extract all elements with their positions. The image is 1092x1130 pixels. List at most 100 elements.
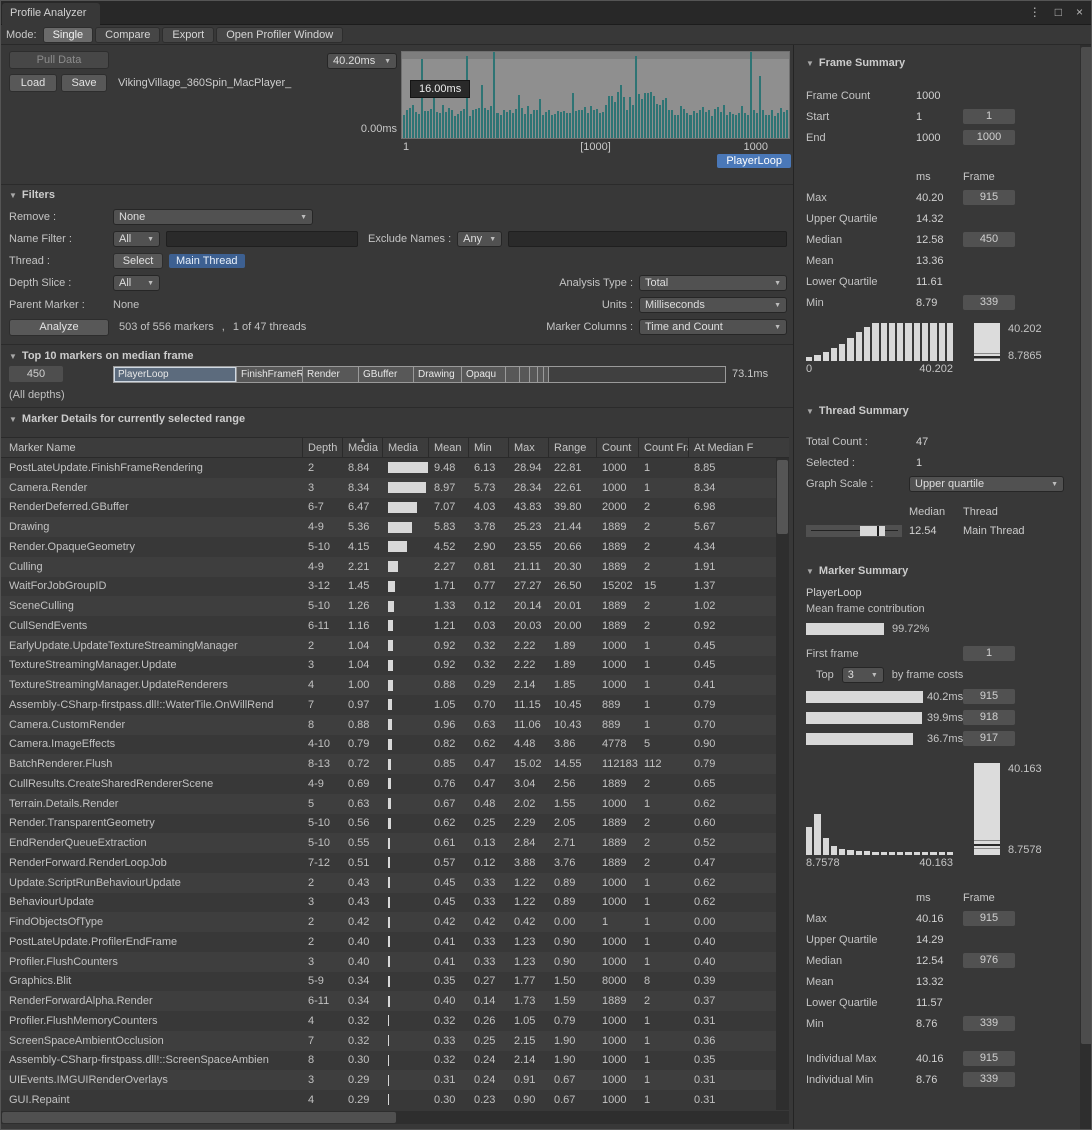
graph-scale-dropdown[interactable]: Upper quartile ▼ bbox=[909, 476, 1064, 492]
top-marker-segment[interactable]: GBuffer bbox=[359, 367, 414, 382]
marker-table-row[interactable]: TextureStreamingManager.UpdateRenderers4… bbox=[1, 675, 776, 695]
column-header-max[interactable]: Max bbox=[509, 438, 549, 457]
marker-table-row[interactable]: Drawing4-95.365.833.7825.2321.44188925.6… bbox=[1, 517, 776, 537]
frame-link-badge[interactable]: 339 bbox=[963, 1072, 1015, 1087]
name-filter-mode-dropdown[interactable]: All ▼ bbox=[113, 231, 160, 247]
frame-link-badge[interactable]: 450 bbox=[963, 232, 1015, 247]
marker-table-row[interactable]: Assembly-CSharp-firstpass.dll!::ScreenSp… bbox=[1, 1051, 776, 1071]
marker-table-row[interactable]: RenderDeferred.GBuffer6-76.477.074.0343.… bbox=[1, 498, 776, 518]
maximize-icon[interactable]: □ bbox=[1055, 5, 1062, 19]
frame-link-badge[interactable]: 1000 bbox=[963, 130, 1015, 145]
right-panel-scrollbar[interactable] bbox=[1080, 45, 1092, 1129]
marker-table-horizontal-scrollbar[interactable] bbox=[1, 1111, 789, 1124]
marker-table-row[interactable]: Render.OpaqueGeometry5-104.154.522.9023.… bbox=[1, 537, 776, 557]
column-header-range[interactable]: Range bbox=[549, 438, 597, 457]
marker-table-row[interactable]: Graphics.Blit5-90.340.350.271.771.508000… bbox=[1, 972, 776, 992]
analyze-button[interactable]: Analyze bbox=[9, 319, 109, 336]
vertical-scrollbar-thumb[interactable] bbox=[777, 460, 788, 534]
column-header-median[interactable]: Media▲ bbox=[343, 438, 383, 457]
pull-data-button[interactable]: Pull Data bbox=[9, 51, 109, 69]
exclude-mode-dropdown[interactable]: Any ▼ bbox=[457, 231, 502, 247]
marker-table-row[interactable]: Render.TransparentGeometry5-100.560.620.… bbox=[1, 814, 776, 834]
column-header-min[interactable]: Min bbox=[469, 438, 509, 457]
top-count-dropdown[interactable]: 3 ▼ bbox=[842, 667, 884, 683]
marker-table-row[interactable]: Camera.ImageEffects4-100.790.820.624.483… bbox=[1, 735, 776, 755]
marker-table-row[interactable]: SceneCulling5-101.261.330.1220.1420.0118… bbox=[1, 596, 776, 616]
marker-table-row[interactable]: BehaviourUpdate30.430.450.331.220.891000… bbox=[1, 893, 776, 913]
marker-table-row[interactable]: WaitForJobGroupID3-121.451.710.7727.2726… bbox=[1, 577, 776, 597]
marker-table-row[interactable]: ScreenSpaceAmbientOcclusion70.320.330.25… bbox=[1, 1031, 776, 1051]
column-header-marker-name[interactable]: Marker Name bbox=[1, 438, 303, 457]
marker-table-row[interactable]: Update.ScriptRunBehaviourUpdate20.430.45… bbox=[1, 873, 776, 893]
marker-table-row[interactable]: PostLateUpdate.ProfilerEndFrame20.400.41… bbox=[1, 932, 776, 952]
marker-table-row[interactable]: PostLateUpdate.FinishFrameRendering28.84… bbox=[1, 458, 776, 478]
marker-table-row[interactable]: Camera.CustomRender80.880.960.6311.0610.… bbox=[1, 715, 776, 735]
depth-slice-dropdown[interactable]: All ▼ bbox=[113, 275, 160, 291]
name-filter-input[interactable] bbox=[166, 231, 358, 247]
load-button[interactable]: Load bbox=[9, 74, 57, 92]
marker-table-row[interactable]: Profiler.FlushMemoryCounters40.320.320.2… bbox=[1, 1011, 776, 1031]
marker-summary-header[interactable]: ▼Marker Summary bbox=[806, 565, 1067, 577]
column-header-count-frame[interactable]: Count Fra bbox=[639, 438, 689, 457]
analysis-type-dropdown[interactable]: Total ▼ bbox=[639, 275, 787, 291]
marker-details-section-header[interactable]: ▼Marker Details for currently selected r… bbox=[9, 413, 245, 425]
marker-table-row[interactable]: Profiler.FlushCounters30.400.410.331.230… bbox=[1, 952, 776, 972]
marker-table-row[interactable]: GUI.Repaint40.290.300.230.900.67100010.3… bbox=[1, 1090, 776, 1110]
top-marker-segment[interactable] bbox=[520, 367, 530, 382]
marker-table-row[interactable]: CullResults.CreateSharedRendererScene4-9… bbox=[1, 774, 776, 794]
top-marker-segment[interactable]: Render bbox=[303, 367, 359, 382]
marker-table-row[interactable]: EndRenderQueueExtraction5-100.550.610.13… bbox=[1, 833, 776, 853]
frame-link-badge[interactable]: 915 bbox=[963, 911, 1015, 926]
menubar-button-single[interactable]: Single bbox=[43, 27, 94, 43]
marker-table-row[interactable]: RenderForwardAlpha.Render6-110.340.400.1… bbox=[1, 991, 776, 1011]
marker-table-row[interactable]: FindObjectsOfType20.420.420.420.420.0011… bbox=[1, 912, 776, 932]
frame-link-badge[interactable]: 339 bbox=[963, 295, 1015, 310]
top-marker-segment[interactable] bbox=[506, 367, 520, 382]
frame-link-badge[interactable]: 339 bbox=[963, 1016, 1015, 1031]
marker-table-row[interactable]: BatchRenderer.Flush8-130.720.850.4715.02… bbox=[1, 754, 776, 774]
marker-table-vertical-scrollbar[interactable] bbox=[776, 458, 789, 1110]
save-button[interactable]: Save bbox=[61, 74, 107, 92]
top-marker-segment[interactable]: Opaqu bbox=[462, 367, 506, 382]
frame-summary-header[interactable]: ▼Frame Summary bbox=[806, 57, 1067, 69]
median-frame-badge[interactable]: 450 bbox=[9, 366, 63, 382]
menu-icon[interactable]: ⋮ bbox=[1029, 5, 1041, 19]
frame-link-badge[interactable]: 915 bbox=[963, 190, 1015, 205]
frame-link-badge[interactable]: 918 bbox=[963, 710, 1015, 725]
frame-link-badge[interactable]: 1 bbox=[963, 646, 1015, 661]
top-marker-segment[interactable]: PlayerLoop bbox=[114, 367, 237, 382]
marker-table-row[interactable]: Camera.Render38.348.975.7328.3422.611000… bbox=[1, 478, 776, 498]
marker-table-row[interactable]: Terrain.Details.Render50.630.670.482.021… bbox=[1, 794, 776, 814]
chart-scale-dropdown[interactable]: 40.20ms ▼ bbox=[327, 53, 397, 69]
marker-table-row[interactable]: Assembly-CSharp-firstpass.dll!::WaterTil… bbox=[1, 695, 776, 715]
menubar-button-open-profiler-window[interactable]: Open Profiler Window bbox=[216, 27, 343, 43]
menubar-button-export[interactable]: Export bbox=[162, 27, 214, 43]
frame-link-badge[interactable]: 976 bbox=[963, 953, 1015, 968]
marker-table-row[interactable]: EarlyUpdate.UpdateTextureStreamingManage… bbox=[1, 636, 776, 656]
window-tab[interactable]: Profile Analyzer bbox=[2, 3, 100, 25]
marker-columns-dropdown[interactable]: Time and Count ▼ bbox=[639, 319, 787, 335]
right-scrollbar-thumb[interactable] bbox=[1081, 47, 1092, 1044]
top-markers-section-header[interactable]: ▼Top 10 markers on median frame bbox=[9, 350, 194, 362]
frame-link-badge[interactable]: 915 bbox=[963, 689, 1015, 704]
column-header-depth[interactable]: Depth bbox=[303, 438, 343, 457]
marker-table-row[interactable]: TextureStreamingManager.Update31.040.920… bbox=[1, 656, 776, 676]
thread-row[interactable]: 12.54 Main Thread bbox=[806, 521, 1067, 541]
marker-table-row[interactable]: Culling4-92.212.270.8121.1120.30188921.9… bbox=[1, 557, 776, 577]
remove-dropdown[interactable]: None ▼ bbox=[113, 209, 313, 225]
marker-table-row[interactable]: UIEvents.IMGUIRenderOverlays30.290.310.2… bbox=[1, 1070, 776, 1090]
frame-link-badge[interactable]: 915 bbox=[963, 1051, 1015, 1066]
column-header-median-bar[interactable]: Media bbox=[383, 438, 429, 457]
top-marker-segment[interactable] bbox=[544, 367, 549, 382]
close-icon[interactable]: × bbox=[1076, 5, 1083, 19]
top-marker-segment[interactable]: FinishFrameR bbox=[237, 367, 303, 382]
top-marker-segment[interactable]: Drawing bbox=[414, 367, 462, 382]
top-marker-segment[interactable] bbox=[530, 367, 538, 382]
exclude-names-input[interactable] bbox=[508, 231, 787, 247]
menubar-button-compare[interactable]: Compare bbox=[95, 27, 160, 43]
thread-summary-header[interactable]: ▼Thread Summary bbox=[806, 405, 1067, 417]
filters-section-header[interactable]: ▼Filters bbox=[9, 189, 55, 201]
marker-table-row[interactable]: CullSendEvents6-111.161.210.0320.0320.00… bbox=[1, 616, 776, 636]
horizontal-scrollbar-thumb[interactable] bbox=[2, 1112, 396, 1123]
thread-select-button[interactable]: Select bbox=[113, 253, 163, 269]
